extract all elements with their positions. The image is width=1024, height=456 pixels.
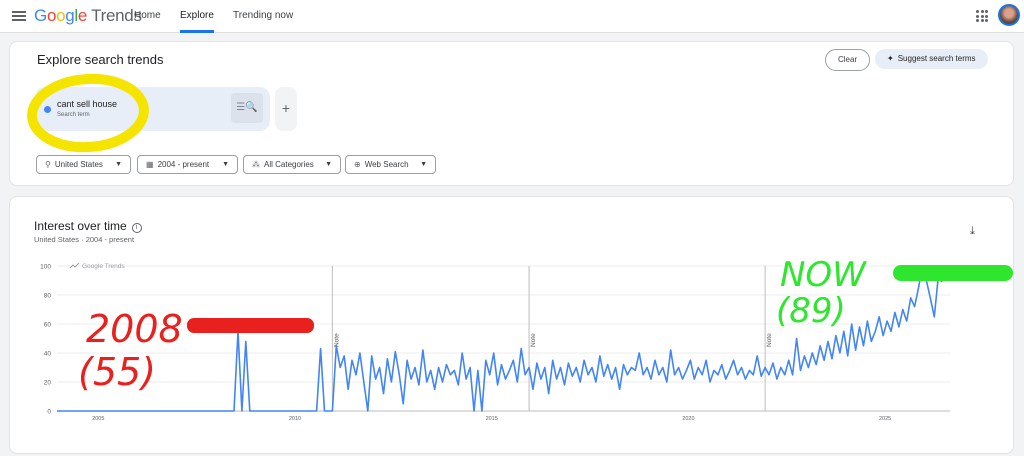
y-tick-label: 40 (44, 351, 52, 358)
y-tick-label: 80 (44, 293, 52, 300)
x-tick-label: 2005 (92, 416, 104, 422)
note-label: Note (333, 333, 340, 347)
annotation-now: NOW (780, 255, 867, 295)
x-axis-ticks: 2005 2010 2015 2020 2025 (92, 416, 891, 422)
annotation-year: 2008 (86, 307, 183, 351)
y-tick-label: 60 (44, 322, 52, 329)
red-marker-bar (187, 318, 314, 333)
note-label: Note (530, 333, 537, 347)
x-tick-label: 2015 (486, 416, 498, 422)
x-tick-label: 2010 (289, 416, 301, 422)
y-axis-ticks: 0 20 40 60 80 100 (40, 264, 51, 416)
green-marker-bar (893, 265, 1013, 281)
chart-watermark: Google Trends (82, 263, 125, 270)
chart-notes: Note Note Note (331, 266, 773, 411)
x-tick-label: 2020 (682, 416, 694, 422)
y-tick-label: 0 (47, 409, 51, 416)
annotation-value-right: (89) (776, 291, 846, 331)
trend-chart: Note Note Note 020406080100 2005 2010 2015 20… (27, 73, 1013, 422)
y-tick-label: 100 (40, 264, 51, 271)
y-tick-label: 20 (44, 380, 52, 387)
annotation-value-left: (55) (78, 350, 156, 394)
note-label: Note (766, 333, 773, 347)
x-tick-label: 2025 (879, 416, 891, 422)
yellow-highlight-circle (27, 73, 149, 153)
